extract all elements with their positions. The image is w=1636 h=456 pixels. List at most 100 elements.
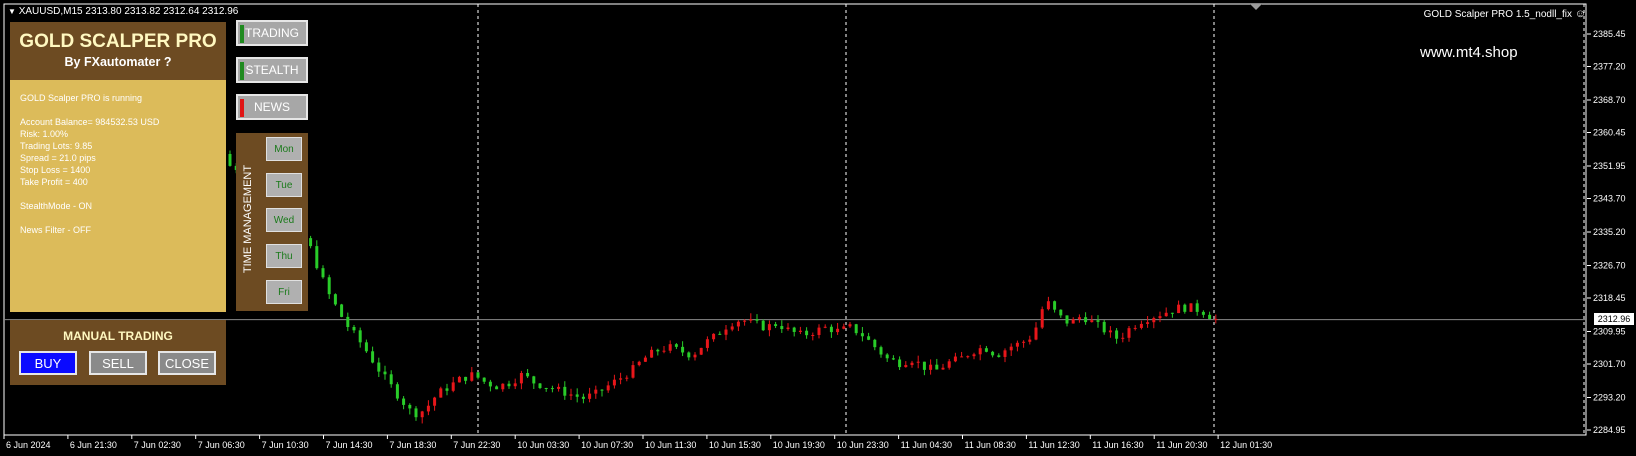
bear-candle-body xyxy=(352,327,356,331)
day-button-wed[interactable]: Wed xyxy=(266,208,302,232)
bear-candle-body xyxy=(687,352,691,358)
time-tick-label: 10 Jun 07:30 xyxy=(581,440,633,450)
smiley-icon[interactable]: ☺ xyxy=(1575,8,1586,20)
bear-candle-body xyxy=(1065,315,1069,324)
trading-button-label: TRADING xyxy=(245,26,299,40)
stealth-toggle-button[interactable]: STEALTH xyxy=(236,57,308,83)
current-price-tag: 2312.96 xyxy=(1594,313,1634,325)
buy-button[interactable]: BUY xyxy=(19,351,77,375)
bull-candle-body xyxy=(978,348,982,355)
bear-candle-body xyxy=(563,386,567,396)
time-tick-label: 11 Jun 20:30 xyxy=(1156,440,1207,450)
bear-candle-body xyxy=(309,238,313,247)
watermark-text: www.mt4.shop xyxy=(1420,44,1518,61)
bull-candle-body xyxy=(557,386,561,389)
bull-candle-body xyxy=(1146,322,1150,324)
bear-candle-body xyxy=(532,376,536,384)
bull-candle-body xyxy=(606,385,610,391)
news-toggle-button[interactable]: NEWS xyxy=(236,94,308,120)
bear-candle-body xyxy=(488,381,492,387)
time-tick-label: 7 Jun 02:30 xyxy=(134,440,181,450)
account-balance-text: Account Balance= 984532.53 USD xyxy=(20,117,160,127)
chart-shift-marker xyxy=(1250,4,1262,10)
bull-candle-body xyxy=(1164,312,1168,317)
bear-candle-body xyxy=(935,364,939,370)
bull-candle-body xyxy=(1022,341,1026,343)
time-tick-label: 7 Jun 10:30 xyxy=(262,440,309,450)
price-tick-label: 2326.70 xyxy=(1593,260,1626,270)
news-status-indicator xyxy=(240,99,244,117)
bull-candle-body xyxy=(786,327,790,330)
time-tick-label: 11 Jun 16:30 xyxy=(1092,440,1143,450)
bear-candle-body xyxy=(898,359,902,368)
bear-candle-body xyxy=(780,326,784,330)
time-tick-label: 12 Jun 01:30 xyxy=(1220,440,1272,450)
price-tick-label: 2360.45 xyxy=(1593,128,1626,138)
bear-candle-body xyxy=(340,304,344,317)
bull-candle-body xyxy=(588,393,592,399)
day-button-mon[interactable]: Mon xyxy=(266,137,302,161)
price-tick-label: 2377.20 xyxy=(1593,62,1626,72)
trading-lots-text: Trading Lots: 9.85 xyxy=(20,141,93,151)
bull-candle-body xyxy=(743,320,747,322)
bear-candle-body xyxy=(997,355,1001,357)
bull-candle-body xyxy=(705,339,709,348)
bear-candle-body xyxy=(761,320,765,331)
bull-candle-body xyxy=(817,327,821,336)
price-tick-label: 2335.20 xyxy=(1593,227,1626,237)
bear-candle-body xyxy=(984,348,988,352)
dropdown-arrow-icon[interactable]: ▼ xyxy=(8,7,16,16)
sell-button[interactable]: SELL xyxy=(89,351,147,375)
price-tick-label: 2318.45 xyxy=(1593,293,1626,303)
bear-candle-body xyxy=(333,294,337,305)
bear-candle-body xyxy=(1084,317,1088,323)
day-button-tue[interactable]: Tue xyxy=(266,173,302,197)
bear-candle-body xyxy=(507,383,511,387)
bear-candle-body xyxy=(600,389,604,391)
manual-trading-panel: MANUAL TRADING BUY SELL CLOSE xyxy=(10,320,226,385)
time-tick-label: 6 Jun 2024 xyxy=(6,440,51,450)
bull-candle-body xyxy=(470,372,474,381)
bull-candle-body xyxy=(1108,330,1112,333)
bull-candle-body xyxy=(1028,339,1032,342)
price-tick-label: 2284.95 xyxy=(1593,425,1626,435)
bull-candle-body xyxy=(693,354,697,358)
bear-candle-body xyxy=(358,330,362,343)
bear-candle-body xyxy=(402,398,406,405)
bear-candle-body xyxy=(544,387,548,389)
time-tick-label: 10 Jun 15:30 xyxy=(709,440,761,450)
ea-name-text: GOLD Scalper PRO 1.5_nodll_fix xyxy=(1423,9,1572,20)
bear-candle-body xyxy=(321,268,325,278)
time-tick-label: 10 Jun 23:30 xyxy=(837,440,889,450)
day-button-thu[interactable]: Thu xyxy=(266,244,302,268)
bear-candle-body xyxy=(1102,321,1106,333)
bull-candle-body xyxy=(736,321,740,327)
bull-candle-body xyxy=(513,383,517,387)
day-button-fri[interactable]: Fri xyxy=(266,280,302,304)
bull-candle-body xyxy=(712,333,716,340)
bear-candle-body xyxy=(228,153,232,166)
bull-candle-body xyxy=(426,405,430,412)
bull-candle-body xyxy=(1177,304,1181,314)
bear-candle-body xyxy=(414,408,418,418)
time-tick-label: 10 Jun 19:30 xyxy=(773,440,825,450)
time-tick-label: 7 Jun 14:30 xyxy=(326,440,373,450)
stealth-status-indicator xyxy=(240,62,244,80)
time-management-panel: TIME MANAGEMENT Mon Tue Wed Thu Fri xyxy=(236,133,308,311)
bear-candle-body xyxy=(371,351,375,363)
time-tick-label: 10 Jun 03:30 xyxy=(517,440,569,450)
bull-candle-body xyxy=(1077,317,1081,320)
bear-candle-body xyxy=(1053,301,1057,310)
price-tick-label: 2385.45 xyxy=(1593,29,1626,39)
close-button[interactable]: CLOSE xyxy=(158,351,216,375)
bull-candle-body xyxy=(1133,327,1137,329)
bear-candle-body xyxy=(581,396,585,399)
bull-candle-body xyxy=(625,377,629,379)
bear-candle-body xyxy=(395,384,399,399)
time-management-title: TIME MANAGEMENT xyxy=(242,164,254,274)
symbol-label: ▼ XAUUSD,M15 2313.80 2313.82 2312.64 231… xyxy=(8,6,238,17)
bear-candle-body xyxy=(774,324,778,327)
trading-toggle-button[interactable]: TRADING xyxy=(236,20,308,46)
bear-candle-body xyxy=(991,351,995,356)
bull-candle-body xyxy=(643,357,647,362)
